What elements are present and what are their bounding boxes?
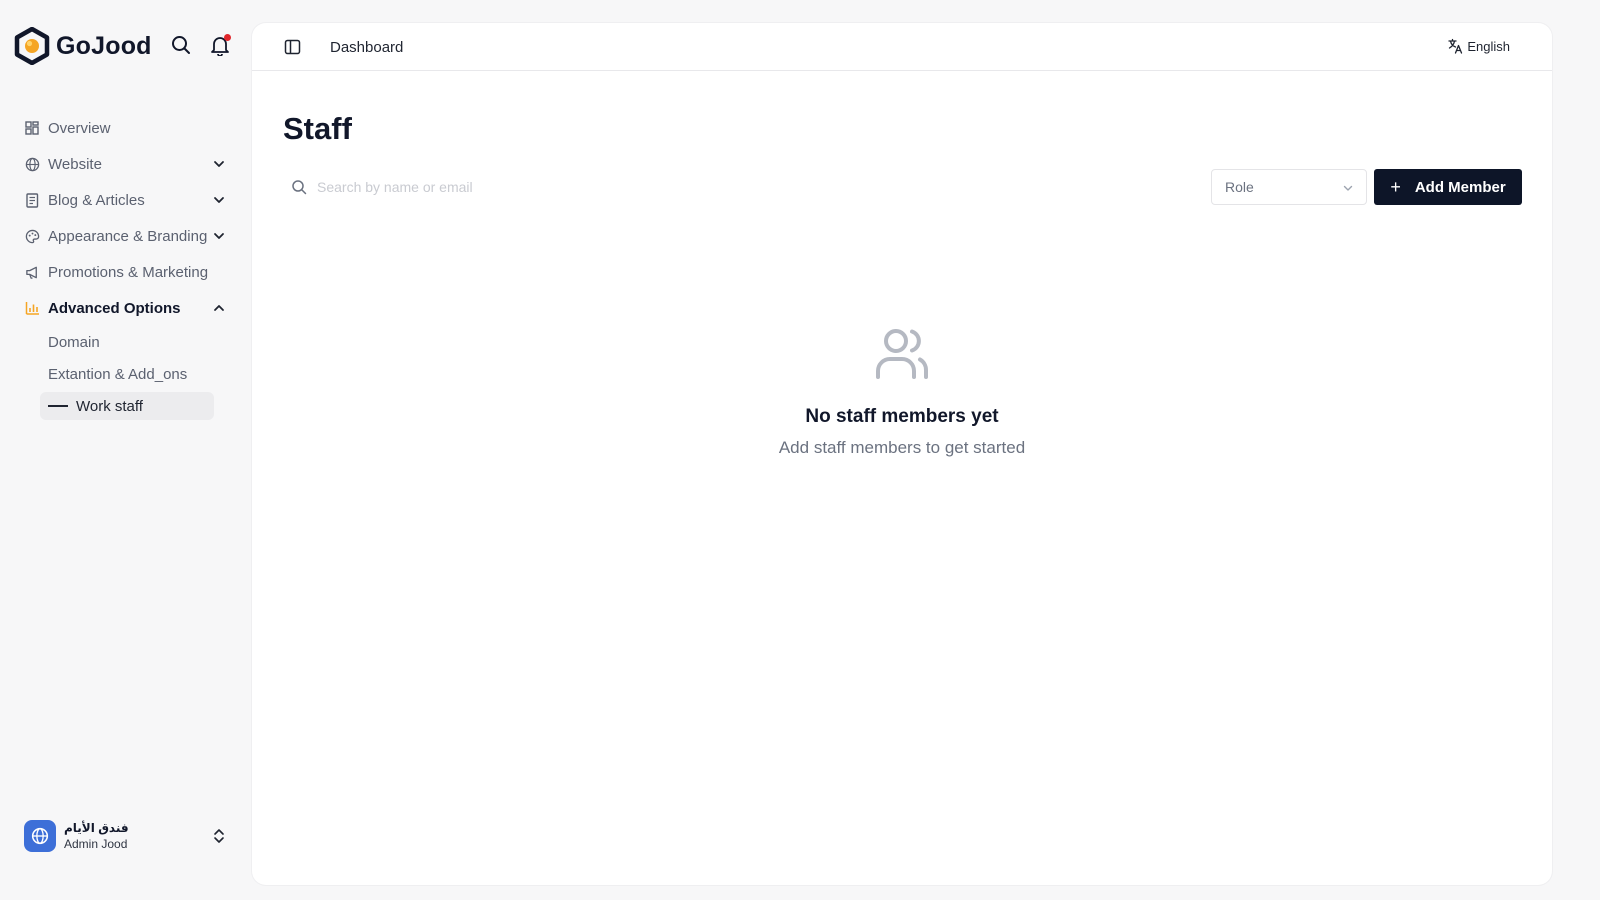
brand-name: GoJood [56, 31, 152, 60]
sidebar-item-label: Overview [48, 119, 111, 137]
sidebar-nav: Overview Website Blog & Articles Appeara… [16, 110, 238, 420]
chevron-down-icon[interactable] [212, 193, 226, 207]
staff-search [283, 169, 1201, 205]
chevron-down-icon[interactable] [212, 157, 226, 171]
sidebar-subitem-domain[interactable]: Domain [48, 326, 238, 358]
sidebar-item-label: Website [48, 155, 102, 173]
sidebar-item-overview[interactable]: Overview [16, 110, 238, 146]
empty-state: No staff members yet Add staff members t… [702, 321, 1102, 458]
add-member-button[interactable]: + Add Member [1374, 169, 1522, 205]
language-selector[interactable]: English [1447, 38, 1510, 54]
megaphone-icon [24, 264, 40, 280]
chevron-up-icon[interactable] [212, 301, 226, 315]
active-indicator [48, 405, 68, 407]
sidebar-subitem-work-staff[interactable]: Work staff [40, 392, 214, 420]
sidebar-item-label: Appearance & Branding [48, 227, 208, 245]
sidebar: GoJood Overview Website Blog & Articles … [0, 0, 256, 900]
empty-state-title: No staff members yet [805, 406, 999, 427]
sidebar-item-website[interactable]: Website [16, 146, 238, 182]
sidebar-item-promotions[interactable]: Promotions & Marketing [16, 254, 238, 290]
globe-icon [31, 827, 49, 845]
sidebar-item-label: Advanced Options [48, 299, 181, 317]
chevron-down-icon [1343, 185, 1353, 191]
topbar: Dashboard English [252, 23, 1552, 71]
language-label: English [1467, 38, 1510, 54]
search-button[interactable] [170, 34, 192, 56]
palette-icon [24, 228, 40, 244]
chevron-up-down-icon[interactable] [212, 828, 226, 844]
search-icon [292, 180, 307, 195]
account-switcher[interactable]: فندق الأيام Admin Jood [24, 818, 232, 854]
add-member-label: Add Member [1414, 178, 1506, 196]
account-name: فندق الأيام [64, 821, 129, 835]
sidebar-item-label: Promotions & Marketing [48, 263, 209, 281]
newspaper-icon [24, 192, 40, 208]
chevron-down-icon[interactable] [212, 229, 226, 243]
sidebar-subitem-extensions[interactable]: Extantion & Add_ons [48, 358, 238, 390]
breadcrumb[interactable]: Dashboard [330, 39, 403, 56]
sidebar-subitem-label: Work staff [76, 397, 143, 415]
notification-dot [224, 34, 231, 41]
notifications-button[interactable] [209, 34, 231, 56]
sidebar-item-advanced-options[interactable]: Advanced Options [16, 290, 238, 326]
globe-icon [24, 156, 40, 172]
search-input[interactable] [317, 172, 1177, 202]
translate-icon [1448, 38, 1463, 54]
advanced-options-submenu: Domain Extantion & Add_ons Work staff [16, 326, 238, 420]
avatar [24, 820, 56, 852]
search-icon [172, 36, 190, 54]
main-panel: Dashboard English Staff Role + Add Membe… [252, 23, 1552, 885]
page-title: Staff [283, 111, 352, 146]
grid-icon [24, 120, 40, 136]
sidebar-item-blog[interactable]: Blog & Articles [16, 182, 238, 218]
sidebar-item-label: Blog & Articles [48, 191, 145, 209]
sidebar-toggle-icon[interactable] [284, 39, 301, 55]
plus-icon: + [1390, 177, 1401, 197]
users-icon [876, 329, 929, 379]
gojood-logo-icon [14, 27, 50, 65]
account-role: Admin Jood [64, 837, 128, 851]
brand-logo[interactable]: GoJood [14, 26, 152, 66]
role-filter-select[interactable]: Role [1211, 169, 1367, 205]
bar-chart-icon [24, 300, 40, 316]
role-filter-label: Role [1225, 179, 1254, 195]
sidebar-item-appearance[interactable]: Appearance & Branding [16, 218, 238, 254]
empty-state-subtitle: Add staff members to get started [778, 438, 1026, 457]
